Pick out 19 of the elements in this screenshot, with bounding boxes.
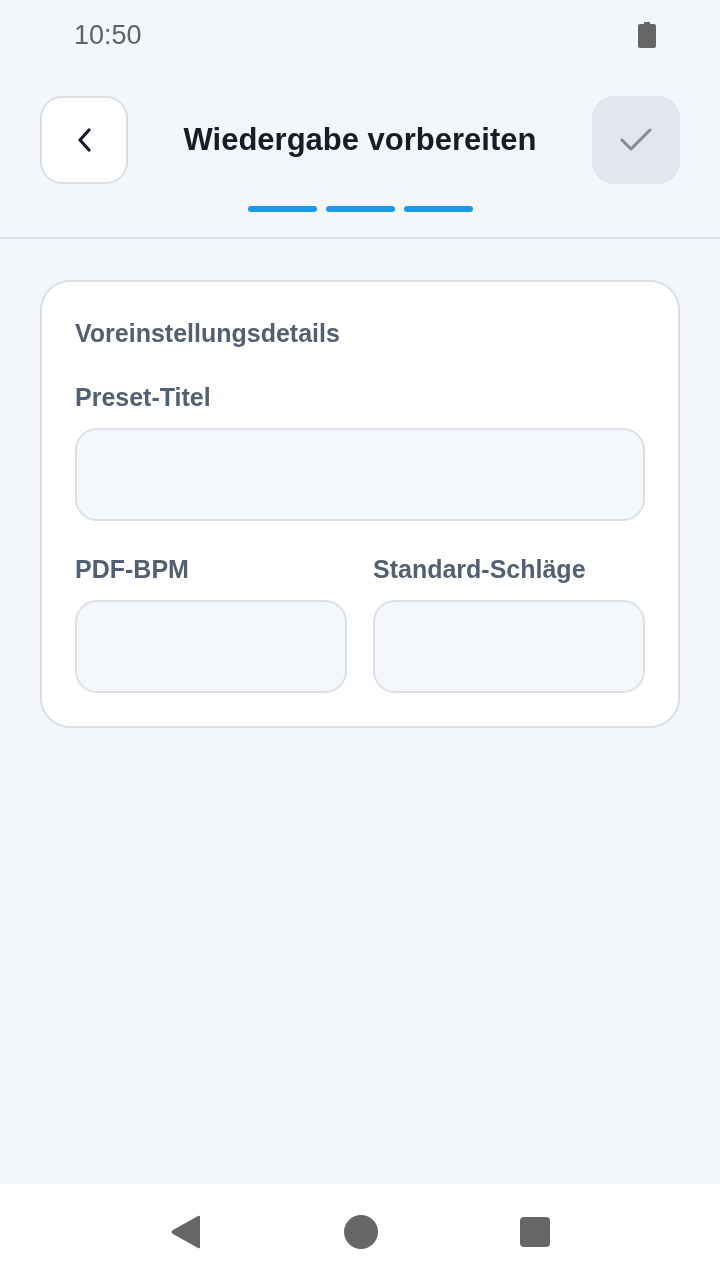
battery-icon [638,22,656,48]
status-time: 10:50 [74,19,142,51]
field-label: PDF-BPM [75,554,190,584]
checkmark-icon [620,128,652,152]
back-chevron-icon [77,128,91,152]
back-triangle-icon [170,1215,202,1249]
nav-home-button[interactable] [344,1215,378,1249]
nav-back-button[interactable] [170,1215,202,1249]
field-label: Standard-Schläge [373,554,587,584]
screen-title: Wiedergabe vorbereiten [183,122,537,158]
field-label: Preset-Titel [75,382,212,412]
back-button[interactable] [40,96,128,184]
home-circle-icon [344,1215,378,1249]
input-field[interactable] [75,600,347,693]
recents-square-icon [520,1217,550,1247]
input-field[interactable] [75,428,645,521]
input-field[interactable] [373,600,645,693]
card-title: Voreinstellungsdetails [75,318,341,348]
nav-recents-button[interactable] [520,1217,550,1247]
